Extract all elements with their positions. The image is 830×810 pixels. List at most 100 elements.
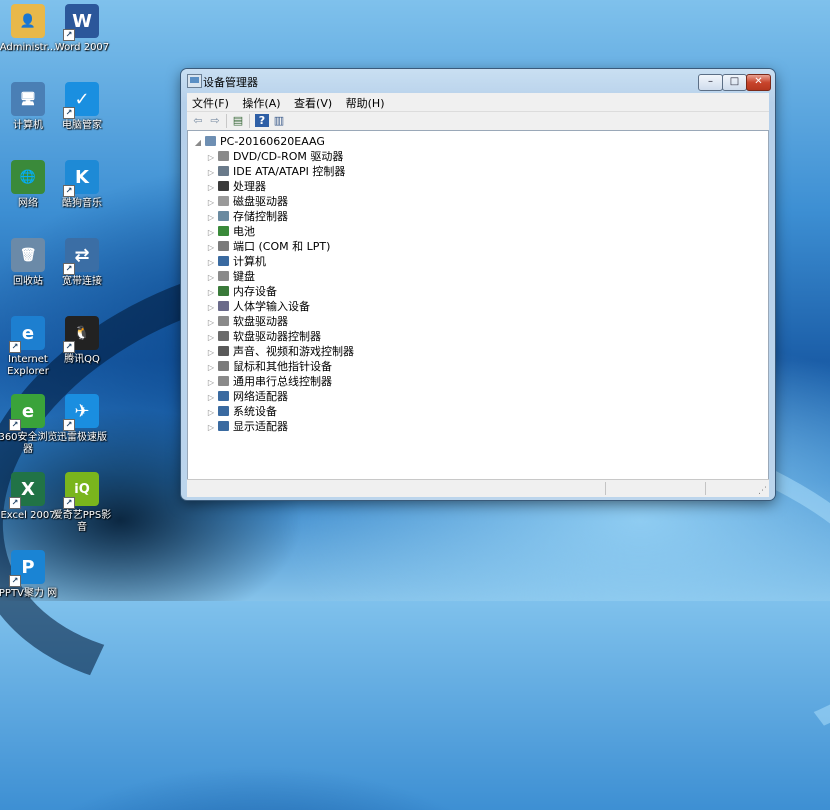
tree-item-label: 系统设备	[233, 405, 277, 418]
tree-item[interactable]: ▷ 计算机	[207, 254, 266, 269]
collapse-icon[interactable]: ◢	[194, 135, 202, 150]
tree-item[interactable]: ▷ 声音、视频和游戏控制器	[207, 344, 354, 359]
tree-item-label: 网络适配器	[233, 390, 288, 403]
desktop-shortcut-label: 爱奇艺PPS影音	[52, 510, 112, 533]
desktop-shortcut[interactable]: iQ ↗ 爱奇艺PPS影音	[50, 472, 114, 534]
shortcut-arrow-icon: ↗	[63, 341, 75, 353]
expand-icon[interactable]: ▷	[207, 165, 215, 180]
desktop-shortcut-label: 酷狗音乐	[62, 198, 102, 209]
desktop-shortcut-label: 宽带连接	[62, 276, 102, 287]
tree-item[interactable]: ▷ 鼠标和其他指针设备	[207, 359, 332, 374]
device-category-icon	[218, 301, 229, 311]
expand-icon[interactable]: ▷	[207, 240, 215, 255]
tree-item[interactable]: ▷ 处理器	[207, 179, 266, 194]
help-icon[interactable]: ?	[255, 114, 269, 127]
menu-file[interactable]: 文件(F)	[187, 93, 234, 113]
device-manager-window[interactable]: 设备管理器 – □ ✕ 文件(F) 操作(A) 查看(V) 帮助(H) ⇦ ⇨ …	[181, 69, 775, 500]
expand-icon[interactable]: ▷	[207, 150, 215, 165]
tree-item[interactable]: ▷ 网络适配器	[207, 389, 288, 404]
tree-item[interactable]: ▷ 软盘驱动器	[207, 314, 288, 329]
expand-icon[interactable]: ▷	[207, 255, 215, 270]
desktop-shortcut[interactable]: 🐧 ↗ 腾讯QQ	[50, 316, 114, 366]
expand-icon[interactable]: ▷	[207, 300, 215, 315]
expand-icon[interactable]: ▷	[207, 330, 215, 345]
title-bar[interactable]: 设备管理器 – □ ✕	[181, 69, 775, 93]
desktop-shortcut[interactable]: ✓ ↗ 电脑管家	[50, 82, 114, 132]
desktop-shortcut[interactable]: ✈ ↗ 迅雷极速版	[50, 394, 114, 444]
computer-icon: 🖥	[11, 82, 45, 116]
expand-icon[interactable]: ▷	[207, 345, 215, 360]
back-arrow-icon[interactable]: ⇦	[191, 114, 205, 127]
device-category-icon	[218, 316, 229, 326]
tree-item[interactable]: ▷ 人体学输入设备	[207, 299, 310, 314]
tree-item-label: 鼠标和其他指针设备	[233, 360, 332, 373]
menu-action[interactable]: 操作(A)	[237, 93, 285, 113]
shortcut-arrow-icon: ↗	[63, 263, 75, 275]
admin-folder-icon: 👤	[11, 4, 45, 38]
360-browser-icon: e ↗	[9, 394, 45, 431]
maximize-button[interactable]: □	[722, 74, 747, 91]
desktop-shortcut[interactable]: ⇄ ↗ 宽带连接	[50, 238, 114, 288]
close-button[interactable]: ✕	[746, 74, 771, 91]
status-divider	[605, 482, 606, 495]
tree-item[interactable]: ▷ 键盘	[207, 269, 255, 284]
desktop-shortcut[interactable]: K ↗ 酷狗音乐	[50, 160, 114, 210]
tree-item-label: 端口 (COM 和 LPT)	[233, 240, 331, 253]
shortcut-arrow-icon: ↗	[63, 29, 75, 41]
expand-icon[interactable]: ▷	[207, 360, 215, 375]
device-manager-icon	[187, 74, 202, 88]
tree-item-label: 声音、视频和游戏控制器	[233, 345, 354, 358]
desktop-shortcut[interactable]: P ↗ PPTV聚力 网	[0, 550, 60, 600]
tree-item[interactable]: ▷ 显示适配器	[207, 419, 288, 434]
tree-item[interactable]: ▷ 电池	[207, 224, 255, 239]
tree-item-label: 软盘驱动器控制器	[233, 330, 321, 343]
desktop-shortcut-label: Word 2007	[54, 42, 110, 53]
tree-item[interactable]: ▷ 软盘驱动器控制器	[207, 329, 321, 344]
resize-grip-icon[interactable]: ⋰	[758, 486, 767, 496]
tree-item[interactable]: ▷ DVD/CD-ROM 驱动器	[207, 149, 343, 164]
view-icon[interactable]: ▥	[272, 114, 286, 127]
forward-arrow-icon[interactable]: ⇨	[208, 114, 222, 127]
minimize-button[interactable]: –	[698, 74, 723, 91]
expand-icon[interactable]: ▷	[207, 405, 215, 420]
expand-icon[interactable]: ▷	[207, 195, 215, 210]
expand-icon[interactable]: ▷	[207, 225, 215, 240]
desktop-shortcut[interactable]: W ↗ Word 2007	[50, 4, 114, 54]
tree-item[interactable]: ▷ 通用串行总线控制器	[207, 374, 332, 389]
device-category-icon	[218, 241, 229, 251]
tree-item[interactable]: ▷ IDE ATA/ATAPI 控制器	[207, 164, 345, 179]
device-tree[interactable]: ◢ PC-20160620EAAG ▷ DVD/CD-ROM 驱动器 ▷ IDE ATA…	[187, 130, 769, 480]
expand-icon[interactable]: ▷	[207, 390, 215, 405]
device-category-icon	[218, 211, 229, 221]
device-category-icon	[218, 406, 229, 416]
tree-item-label: 存储控制器	[233, 210, 288, 223]
tree-item-label: DVD/CD-ROM 驱动器	[233, 150, 344, 163]
expand-icon[interactable]: ▷	[207, 375, 215, 390]
tree-root[interactable]: ◢ PC-20160620EAAG	[194, 134, 325, 149]
word-2007-icon: W ↗	[63, 4, 99, 41]
expand-icon[interactable]: ▷	[207, 420, 215, 435]
tree-item[interactable]: ▷ 磁盘驱动器	[207, 194, 288, 209]
expand-icon[interactable]: ▷	[207, 210, 215, 225]
expand-icon[interactable]: ▷	[207, 180, 215, 195]
tree-item[interactable]: ▷ 系统设备	[207, 404, 277, 419]
status-divider	[705, 482, 706, 495]
device-category-icon	[218, 166, 229, 176]
tree-item[interactable]: ▷ 内存设备	[207, 284, 277, 299]
tree-item[interactable]: ▷ 存储控制器	[207, 209, 288, 224]
expand-icon[interactable]: ▷	[207, 270, 215, 285]
properties-icon[interactable]: ▤	[231, 114, 245, 127]
menu-help[interactable]: 帮助(H)	[341, 93, 390, 113]
tree-item-label: 通用串行总线控制器	[233, 375, 332, 388]
desktop-shortcut-label: 电脑管家	[62, 120, 102, 131]
menu-view[interactable]: 查看(V)	[289, 93, 337, 113]
tree-item-label: 显示适配器	[233, 420, 288, 433]
pc-manager-icon: ✓ ↗	[63, 82, 99, 119]
tree-item[interactable]: ▷ 端口 (COM 和 LPT)	[207, 239, 330, 254]
shortcut-arrow-icon: ↗	[63, 107, 75, 119]
shortcut-arrow-icon: ↗	[9, 419, 21, 431]
device-category-icon	[218, 226, 229, 236]
desktop-shortcut-label: 腾讯QQ	[64, 354, 100, 365]
expand-icon[interactable]: ▷	[207, 285, 215, 300]
expand-icon[interactable]: ▷	[207, 315, 215, 330]
